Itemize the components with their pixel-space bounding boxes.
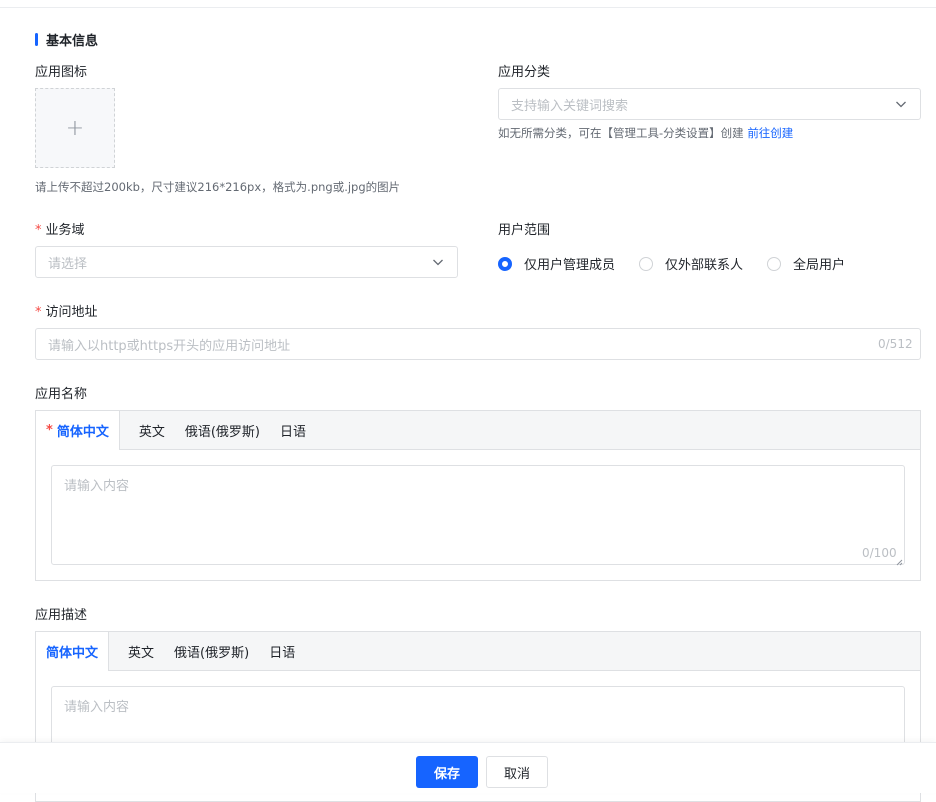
icon-upload-button[interactable]: + [35,88,115,168]
radio-user-members[interactable]: 仅用户管理成员 [498,254,615,273]
business-domain-label: * 业务域 [35,219,85,238]
tab-en[interactable]: 英文 [120,411,175,449]
chevron-down-icon [431,255,445,269]
tab-label: 简体中文 [56,425,109,440]
category-hint-text: 如无所需分类，可在【管理工具-分类设置】创建 [498,126,744,140]
required-mark: * [35,305,42,320]
tab-ja[interactable]: 日语 [259,632,305,670]
go-create-link[interactable]: 前往创建 [747,126,793,140]
save-button[interactable]: 保存 [416,756,478,788]
cancel-button[interactable]: 取消 [486,756,548,788]
app-desc-tabbar: 简体中文 英文 俄语(俄罗斯) 日语 [36,632,920,671]
radio-checked-icon [498,256,512,271]
access-url-label-text: 访问地址 [45,305,98,320]
top-divider [0,7,936,8]
footer-bar: 保存 取消 [0,742,936,793]
section-accent-bar [35,33,38,46]
plus-icon: + [65,115,85,141]
tab-ru[interactable]: 俄语(俄罗斯) [164,632,259,670]
app-name-label: 应用名称 [35,387,88,402]
tab-en[interactable]: 英文 [109,632,164,670]
chevron-down-icon [894,97,908,111]
upload-hint: 请上传不超过200kb，尺寸建议216*216px，格式为.png或.jpg的图… [35,180,401,194]
section-title-text: 基本信息 [46,34,99,49]
access-url-label: * 访问地址 [35,301,98,320]
radio-external-contacts[interactable]: 仅外部联系人 [639,254,743,273]
category-select[interactable]: 支持输入关键词搜索 [498,88,921,120]
user-scope-label: 用户范围 [498,223,551,238]
app-name-tabbox: * 简体中文 英文 俄语(俄罗斯) 日语 请输入内容 0/100 [35,410,921,581]
tab-ja[interactable]: 日语 [270,411,316,449]
category-hint: 如无所需分类，可在【管理工具-分类设置】创建 前往创建 [498,125,793,141]
section-title: 基本信息 [35,30,98,49]
app-desc-placeholder: 请输入内容 [64,700,130,715]
tab-zh-cn[interactable]: 简体中文 [36,632,110,671]
required-mark: * [35,223,42,238]
app-name-textarea[interactable]: 请输入内容 [51,465,905,566]
radio-label: 仅用户管理成员 [524,258,616,273]
radio-global-users[interactable]: 全局用户 [767,254,845,273]
app-desc-label: 应用描述 [35,608,88,623]
access-url-input[interactable]: 请输入以http或https开头的应用访问地址 [35,328,921,360]
app-name-tabbar: * 简体中文 英文 俄语(俄罗斯) 日语 [36,411,920,450]
app-name-placeholder: 请输入内容 [64,479,130,494]
tab-ru[interactable]: 俄语(俄罗斯) [175,411,270,449]
radio-label: 全局用户 [793,258,846,273]
radio-unchecked-icon [767,256,782,271]
app-category-label: 应用分类 [498,65,551,80]
business-domain-label-text: 业务域 [45,223,85,238]
access-url-counter: 0/512 [878,337,913,351]
access-url-placeholder: 请输入以http或https开头的应用访问地址 [48,338,291,354]
user-scope-radio-group: 仅用户管理成员 仅外部联系人 全局用户 [498,254,869,273]
business-domain-placeholder: 请选择 [48,256,88,272]
radio-unchecked-icon [639,256,654,271]
radio-label: 仅外部联系人 [665,258,744,273]
category-select-placeholder: 支持输入关键词搜索 [511,98,629,114]
app-name-counter: 0/100 [862,546,897,560]
business-domain-select[interactable]: 请选择 [35,246,458,278]
required-mark: * [46,423,53,438]
tab-zh-cn[interactable]: * 简体中文 [36,411,120,450]
app-icon-label: 应用图标 [35,65,88,80]
